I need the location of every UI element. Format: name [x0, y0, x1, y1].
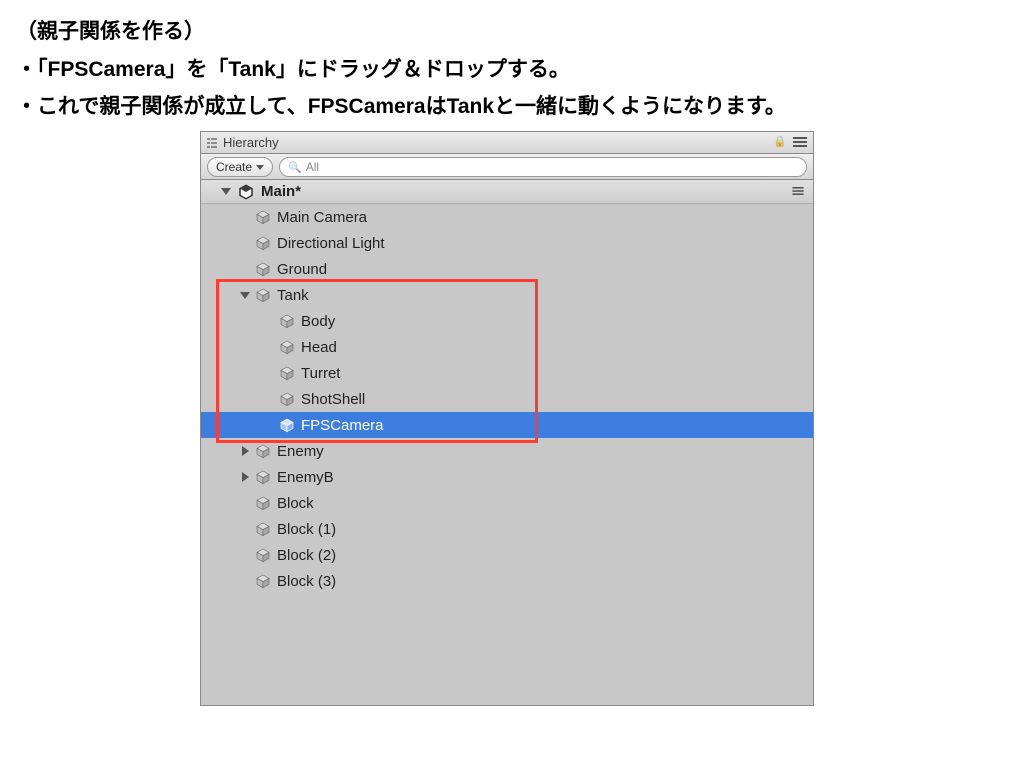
instruction-line-1: （親子関係を作る）: [16, 14, 1008, 50]
instruction-text: （親子関係を作る） ・「FPSCamera」を「Tank」にドラッグ＆ドロップす…: [0, 0, 1024, 125]
tree-row[interactable]: Block (1): [201, 516, 813, 542]
search-placeholder: All: [306, 160, 319, 174]
gameobject-cube-icon: [255, 573, 271, 589]
tree-row-label: EnemyB: [277, 469, 334, 486]
instruction-line-2: ・「FPSCamera」を「Tank」にドラッグ＆ドロップする。: [16, 52, 1008, 88]
gameobject-cube-icon: [255, 287, 271, 303]
gameobject-cube-icon: [255, 469, 271, 485]
tree-row-label: Turret: [301, 365, 340, 382]
tree-row-label: Tank: [277, 287, 309, 304]
gameobject-cube-icon: [255, 547, 271, 563]
tree-row[interactable]: Block (2): [201, 542, 813, 568]
tree-row[interactable]: Directional Light: [201, 230, 813, 256]
panel-options-icon[interactable]: [793, 137, 807, 147]
chevron-down-icon: [256, 165, 264, 170]
tree-row[interactable]: Block: [201, 490, 813, 516]
disclosure-open-icon[interactable]: [240, 292, 250, 299]
unity-scene-icon: [237, 183, 255, 201]
panel-title: Hierarchy: [223, 135, 279, 150]
gameobject-cube-icon: [279, 339, 295, 355]
tree-row[interactable]: FPSCamera: [201, 412, 813, 438]
tree-row[interactable]: Head: [201, 334, 813, 360]
gameobject-cube-icon: [279, 365, 295, 381]
tree-row-label: Block (1): [277, 521, 336, 538]
tree-row-label: Block: [277, 495, 314, 512]
instruction-line-3: ・これで親子関係が成立して、FPSCameraはTankと一緒に動くようになりま…: [16, 89, 1008, 125]
scene-name: Main*: [261, 183, 301, 200]
gameobject-cube-icon: [279, 313, 295, 329]
gameobject-cube-icon: [255, 443, 271, 459]
tree-row[interactable]: Main Camera: [201, 204, 813, 230]
tree-row-label: Block (2): [277, 547, 336, 564]
disclosure-cell[interactable]: [237, 472, 253, 482]
create-button[interactable]: Create: [207, 157, 273, 177]
create-button-label: Create: [216, 160, 252, 174]
tree-row[interactable]: Ground: [201, 256, 813, 282]
gameobject-cube-icon: [255, 235, 271, 251]
tree-row[interactable]: EnemyB: [201, 464, 813, 490]
tree-row-label: Ground: [277, 261, 327, 278]
gameobject-cube-icon: [255, 261, 271, 277]
panel-toolbar: Create 🔍 All: [201, 154, 813, 180]
tree-row-label: Directional Light: [277, 235, 385, 252]
tree-row-label: Head: [301, 339, 337, 356]
search-icon: 🔍: [288, 161, 302, 174]
lock-icon[interactable]: 🔒: [773, 135, 787, 148]
gameobject-cube-icon: [255, 495, 271, 511]
tree-row-label: ShotShell: [301, 391, 365, 408]
hierarchy-tree: Main* Main Camera Directional Light Grou…: [201, 180, 813, 705]
tree-row[interactable]: Tank: [201, 282, 813, 308]
disclosure-closed-icon[interactable]: [242, 446, 249, 456]
tree-row[interactable]: ShotShell: [201, 386, 813, 412]
hierarchy-panel: Hierarchy 🔒 Create 🔍 All Main*: [200, 131, 814, 706]
tree-row-label: Body: [301, 313, 335, 330]
scene-options-icon[interactable]: [792, 187, 803, 195]
disclosure-cell[interactable]: [237, 446, 253, 456]
gameobject-cube-icon: [279, 417, 295, 433]
disclosure-closed-icon[interactable]: [242, 472, 249, 482]
tree-row-label: FPSCamera: [301, 417, 384, 434]
tree-row[interactable]: Turret: [201, 360, 813, 386]
hierarchy-tab-icon: [205, 136, 219, 150]
disclosure-cell[interactable]: [237, 292, 253, 299]
gameobject-cube-icon: [255, 521, 271, 537]
search-input[interactable]: 🔍 All: [279, 157, 807, 177]
tree-row-label: Block (3): [277, 573, 336, 590]
scene-row[interactable]: Main*: [201, 180, 813, 204]
gameobject-cube-icon: [255, 209, 271, 225]
tree-row-label: Enemy: [277, 443, 324, 460]
tree-row[interactable]: Block (3): [201, 568, 813, 594]
disclosure-open-icon[interactable]: [221, 188, 231, 195]
tree-row-label: Main Camera: [277, 209, 367, 226]
panel-titlebar[interactable]: Hierarchy 🔒: [201, 132, 813, 154]
tree-row[interactable]: Enemy: [201, 438, 813, 464]
tree-row[interactable]: Body: [201, 308, 813, 334]
gameobject-cube-icon: [279, 391, 295, 407]
